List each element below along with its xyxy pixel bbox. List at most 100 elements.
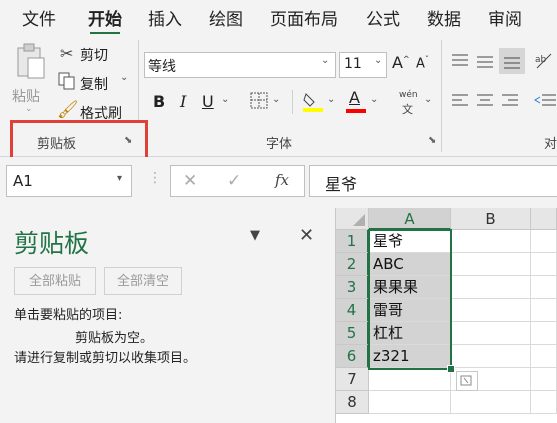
column-header-c[interactable] [531, 208, 557, 230]
select-all-corner[interactable] [336, 208, 369, 230]
fill-color-icon[interactable] [302, 90, 324, 114]
pane-options-icon[interactable]: ▼ [250, 228, 260, 243]
cell-a4[interactable]: 雷哥 [369, 299, 451, 322]
separator [138, 40, 139, 120]
cell-b5[interactable] [451, 322, 531, 345]
font-color-icon[interactable]: A [345, 88, 367, 114]
phonetic-dropdown-icon[interactable]: ⌄ [424, 94, 432, 105]
font-color-dropdown-icon[interactable]: ⌄ [370, 94, 378, 105]
font-size-dropdown[interactable]: 11 ⌄ [339, 52, 387, 78]
paste-label[interactable]: 粘贴 [12, 86, 40, 106]
paste-icon[interactable] [14, 42, 48, 82]
font-dialog-launcher-icon[interactable]: ⬊ [428, 135, 436, 146]
cell-b2[interactable] [451, 253, 531, 276]
cell-c8[interactable] [531, 391, 557, 414]
column-header-a[interactable]: A [369, 208, 451, 230]
name-box-value: A1 [13, 172, 33, 190]
formula-bar: A1 ▾ ⋮ ✕ ✓ fx 星爷 [0, 157, 557, 208]
row-header[interactable]: 5 [336, 322, 369, 345]
row-header[interactable]: 4 [336, 299, 369, 322]
underline-button[interactable]: U [202, 92, 214, 111]
column-header-b[interactable]: B [451, 208, 531, 230]
row-header[interactable]: 7 [336, 368, 369, 391]
cell-a5[interactable]: 杠杠 [369, 322, 451, 345]
font-group-label: 字体 [266, 137, 293, 152]
align-middle-icon[interactable] [475, 52, 495, 70]
chevron-down-icon: ▾ [117, 173, 123, 184]
copy-dropdown-icon[interactable]: ⌄ [120, 72, 128, 83]
decrease-font-size-icon[interactable]: Aˇ [416, 55, 429, 71]
hint-text: 请进行复制或剪切以收集项目。 [14, 351, 197, 366]
decrease-indent-icon[interactable] [534, 92, 556, 110]
insert-function-icon[interactable]: fx [275, 171, 289, 189]
font-name-value: 等线 [148, 59, 176, 75]
cell-a6[interactable]: z321 [369, 345, 451, 368]
scissors-icon: ✂ [60, 44, 74, 63]
cell-b8[interactable] [451, 391, 531, 414]
close-icon[interactable]: ✕ [299, 225, 314, 246]
tab-page-layout[interactable]: 页面布局 [270, 5, 338, 30]
orientation-icon[interactable]: ab [533, 50, 557, 72]
italic-button[interactable]: I [180, 92, 186, 111]
cell-c6[interactable] [531, 345, 557, 368]
increase-font-size-icon[interactable]: A^ [392, 53, 410, 72]
paste-dropdown-icon[interactable]: ⌄ [25, 104, 33, 114]
formula-input[interactable]: 星爷 [309, 165, 557, 197]
cut-button[interactable]: 剪切 [80, 45, 108, 65]
underline-dropdown-icon[interactable]: ⌄ [221, 94, 229, 105]
cell-b6[interactable] [451, 345, 531, 368]
font-color-swatch [346, 109, 366, 113]
fill-handle[interactable] [447, 365, 455, 373]
more-options-icon[interactable]: ⋮ [148, 170, 162, 186]
cell-c5[interactable] [531, 322, 557, 345]
cell-a3[interactable]: 果果果 [369, 276, 451, 299]
tab-file[interactable]: 文件 [22, 5, 56, 30]
cell-c4[interactable] [531, 299, 557, 322]
borders-dropdown-icon[interactable]: ⌄ [272, 94, 280, 105]
tab-home[interactable]: 开始 [88, 5, 122, 35]
cell-c3[interactable] [531, 276, 557, 299]
row-header[interactable]: 8 [336, 391, 369, 414]
cancel-icon[interactable]: ✕ [183, 171, 197, 191]
copy-button[interactable]: 复制 [80, 74, 108, 94]
borders-icon[interactable] [250, 92, 270, 110]
cell-c2[interactable] [531, 253, 557, 276]
clear-all-button[interactable]: 全部清空 [104, 267, 182, 295]
cell-b4[interactable] [451, 299, 531, 322]
cell-c7[interactable] [531, 368, 557, 391]
tab-data[interactable]: 数据 [427, 5, 461, 30]
align-center-icon[interactable] [475, 92, 495, 110]
cell-a2[interactable]: ABC [369, 253, 451, 276]
paste-all-button[interactable]: 全部粘贴 [14, 267, 96, 295]
cell-a8[interactable] [369, 391, 451, 414]
row-header[interactable]: 6 [336, 345, 369, 368]
tab-formulas[interactable]: 公式 [366, 5, 400, 30]
cell-b1[interactable] [451, 230, 531, 253]
enter-icon[interactable]: ✓ [227, 171, 241, 191]
cell-c1[interactable] [531, 230, 557, 253]
row-header[interactable]: 3 [336, 276, 369, 299]
align-top-icon[interactable] [450, 52, 470, 70]
row-header[interactable]: 1 [336, 230, 369, 253]
separator [441, 40, 442, 152]
row-header[interactable]: 2 [336, 253, 369, 276]
cell-a7[interactable] [369, 368, 451, 391]
tab-review[interactable]: 审阅 [488, 5, 522, 30]
phonetic-bottom: 文 [402, 103, 413, 116]
bold-button[interactable]: B [153, 92, 165, 111]
tab-insert[interactable]: 插入 [148, 5, 182, 30]
tab-draw[interactable]: 绘图 [209, 5, 243, 30]
align-left-icon[interactable] [450, 92, 470, 110]
align-right-icon[interactable] [500, 92, 520, 110]
align-bottom-icon[interactable] [499, 48, 525, 74]
fill-color-dropdown-icon[interactable]: ⌄ [327, 94, 335, 105]
name-box[interactable]: A1 ▾ [6, 165, 132, 197]
svg-text:ab: ab [535, 55, 547, 65]
clipboard-dialog-launcher-icon[interactable]: ⬊ [124, 135, 132, 146]
alignment-group-label: 对 [544, 137, 557, 152]
font-name-dropdown[interactable]: 等线 ⌄ [144, 52, 336, 78]
cell-a1[interactable]: 星爷 [369, 230, 451, 253]
quick-analysis-icon[interactable] [456, 371, 478, 391]
cell-b3[interactable] [451, 276, 531, 299]
phonetic-guide-icon[interactable]: wén 文 [397, 90, 423, 116]
